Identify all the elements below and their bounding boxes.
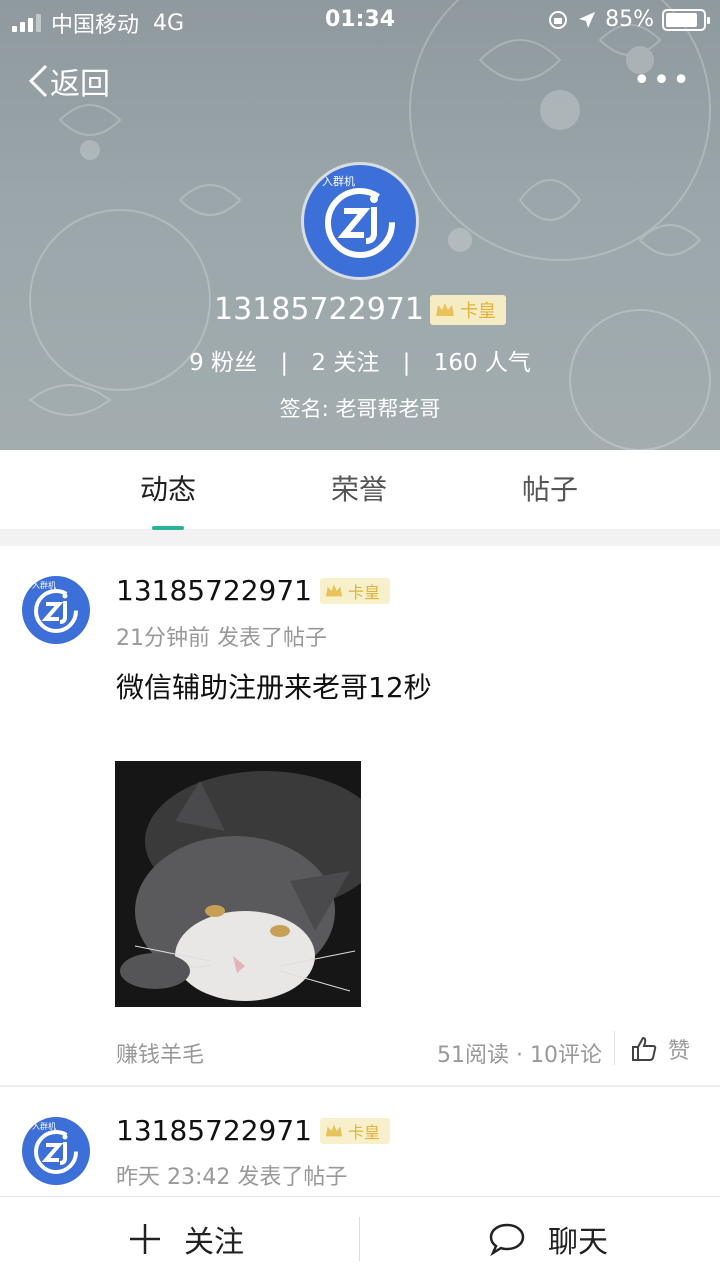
bottom-bar-divider xyxy=(359,1217,360,1261)
post-text[interactable]: 微信辅助注册来老哥12秒 xyxy=(116,666,432,706)
status-bar: 中国移动 4G 01:34 85% xyxy=(0,0,720,40)
post-avatar[interactable]: 入群机 xyxy=(22,576,90,644)
tab-activity[interactable]: 动态 xyxy=(88,450,248,530)
vip-badge-label: 卡皇 xyxy=(459,300,496,322)
profile-name-row: 13185722971 卡皇 xyxy=(0,292,720,327)
more-icon: ••• xyxy=(632,63,692,98)
profile-header: 中国移动 4G 01:34 85% 返回 ••• 入群机 13185722971… xyxy=(0,0,720,450)
chevron-left-icon xyxy=(28,64,48,98)
battery-percent: 85% xyxy=(605,7,654,32)
vip-badge: 卡皇 xyxy=(429,294,506,325)
crown-icon xyxy=(435,302,454,316)
crown-icon xyxy=(325,1124,343,1136)
post-username: 13185722971 xyxy=(116,1114,312,1147)
post-avatar[interactable]: 入群机 xyxy=(22,1117,90,1185)
post-meta: 21分钟前 发表了帖子 xyxy=(116,626,327,651)
tab-honors[interactable]: 荣誉 xyxy=(279,450,439,530)
vip-badge: 卡皇 xyxy=(319,1117,390,1144)
post-category-tag[interactable]: 赚钱羊毛 xyxy=(116,1037,204,1069)
location-icon xyxy=(579,11,596,28)
profile-page: 中国移动 4G 01:34 85% 返回 ••• 入群机 13185722971… xyxy=(0,0,720,1280)
profile-signature: 签名: 老哥帮老哥 xyxy=(279,397,441,421)
profile-stats: 9 粉丝 | 2 关注 | 160 人气 xyxy=(0,343,720,377)
tab-label: 动态 xyxy=(139,473,196,506)
fans-count[interactable]: 9 粉丝 xyxy=(189,350,257,376)
tab-label: 荣誉 xyxy=(330,473,387,506)
section-gap xyxy=(0,530,720,546)
tab-label: 帖子 xyxy=(521,473,578,506)
post-username: 13185722971 xyxy=(116,574,312,607)
chat-bubble-icon xyxy=(489,1223,525,1256)
more-button[interactable]: ••• xyxy=(633,63,692,98)
thumbs-up-icon xyxy=(632,1036,657,1061)
vip-badge-label: 卡皇 xyxy=(347,1122,380,1142)
avatar-caption: 入群机 xyxy=(32,1122,56,1131)
avatar-caption: 入群机 xyxy=(32,581,56,590)
battery-icon xyxy=(662,8,710,31)
feed-post[interactable]: 入群机 13185722971 卡皇 昨天 23:42 发表了帖子 xyxy=(0,1087,720,1196)
profile-avatar[interactable]: 入群机 xyxy=(301,162,419,280)
stats-separator: | xyxy=(280,350,289,376)
vip-badge: 卡皇 xyxy=(319,577,390,604)
back-button[interactable]: 返回 xyxy=(26,59,110,103)
plus-icon xyxy=(130,1224,160,1254)
stats-separator: | xyxy=(402,350,411,376)
cat-photo xyxy=(115,761,361,1007)
post-author[interactable]: 13185722971 卡皇 xyxy=(116,1114,390,1147)
profile-tabs: 动态 荣誉 帖子 xyxy=(0,450,720,530)
post-counts: 51阅读 · 10评论 xyxy=(437,1043,602,1068)
profile-username: 13185722971 xyxy=(214,292,424,327)
back-label: 返回 xyxy=(50,67,110,102)
post-author[interactable]: 13185722971 卡皇 xyxy=(116,574,390,607)
bottom-action-bar: 关注 聊天 xyxy=(0,1196,720,1280)
nav-bar: 返回 ••• xyxy=(0,55,720,105)
follow-button[interactable]: 关注 xyxy=(128,1197,244,1280)
following-count[interactable]: 2 关注 xyxy=(311,350,379,376)
avatar-caption: 入群机 xyxy=(322,175,355,188)
popularity-count: 160 人气 xyxy=(433,350,531,376)
post-meta: 昨天 23:42 发表了帖子 xyxy=(116,1165,348,1190)
feed-post[interactable]: 入群机 13185722971 卡皇 21分钟前 发表了帖子 微信辅助注册来老哥… xyxy=(0,546,720,1085)
chat-button[interactable]: 聊天 xyxy=(488,1197,608,1280)
post-footer: 赚钱羊毛 51阅读 · 10评论 赞 xyxy=(0,1021,720,1081)
crown-icon xyxy=(325,584,343,596)
rotation-lock-icon xyxy=(549,10,568,29)
like-button[interactable]: 赞 xyxy=(630,1033,690,1065)
vip-badge-label: 卡皇 xyxy=(347,582,380,602)
zj-logo-icon xyxy=(325,188,395,258)
tab-posts[interactable]: 帖子 xyxy=(470,450,630,530)
like-label: 赞 xyxy=(668,1039,691,1064)
battery-fill xyxy=(666,12,697,27)
follow-label: 关注 xyxy=(184,1225,244,1260)
post-image-cat[interactable] xyxy=(115,761,361,1007)
footer-divider xyxy=(614,1031,615,1065)
chat-label: 聊天 xyxy=(548,1225,608,1260)
